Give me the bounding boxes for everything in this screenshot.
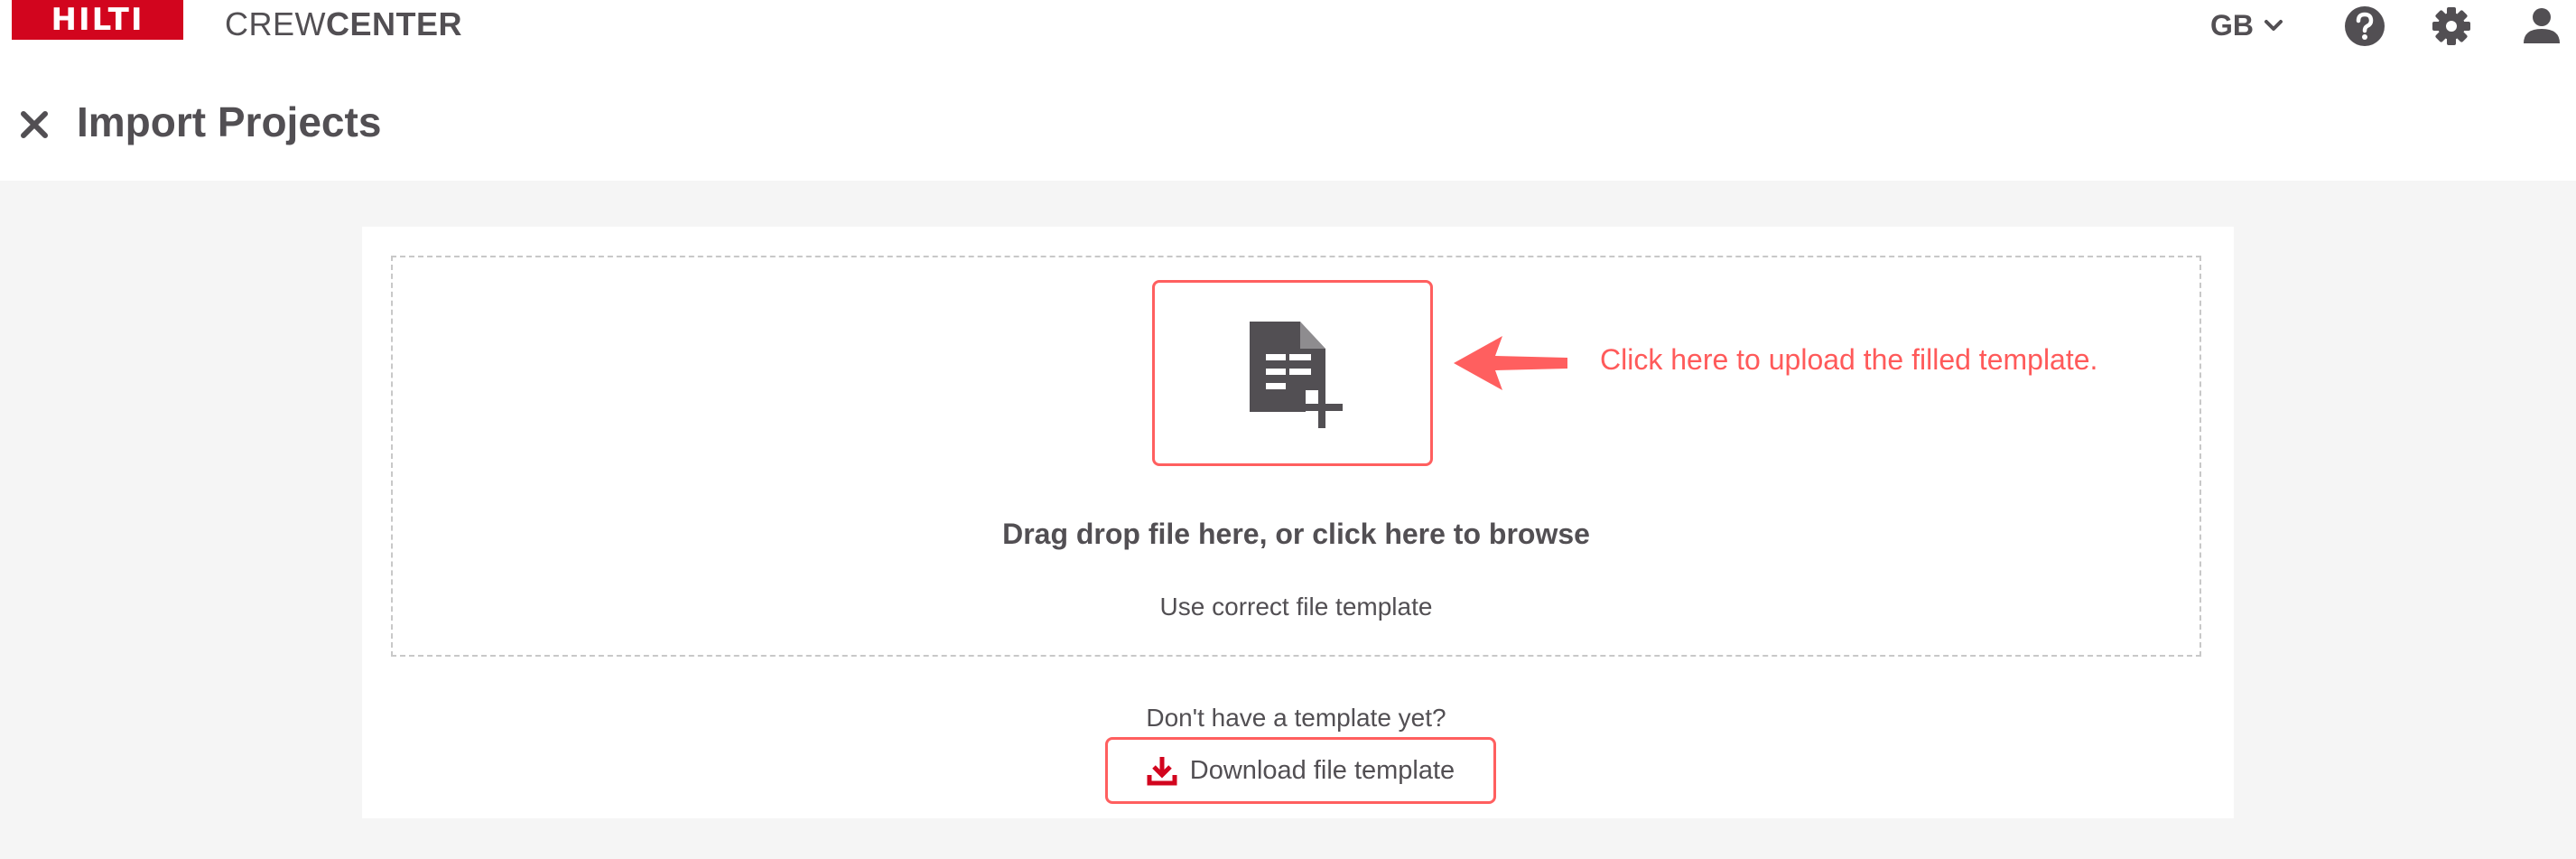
user-icon[interactable] xyxy=(2519,4,2564,49)
download-template-label: Download file template xyxy=(1189,755,1455,785)
app-name-bold: CENTER xyxy=(326,5,463,42)
close-icon[interactable] xyxy=(16,107,52,143)
add-file-icon xyxy=(1249,322,1343,428)
chevron-down-icon xyxy=(2264,20,2283,31)
app-name: CREWCENTER xyxy=(225,5,462,45)
hilti-logo[interactable]: HILTI xyxy=(12,0,183,40)
app-name-light: CREW xyxy=(225,5,326,42)
logo-text: HILTI xyxy=(51,2,144,38)
region-label: GB xyxy=(2210,8,2254,42)
upload-file-button[interactable] xyxy=(1152,280,1433,466)
page-title: Import Projects xyxy=(77,98,382,145)
gear-icon[interactable] xyxy=(2429,4,2474,49)
download-icon xyxy=(1147,757,1177,786)
dropzone-subtitle: Use correct file template xyxy=(1159,593,1433,621)
help-icon[interactable] xyxy=(2342,4,2387,49)
region-selector[interactable]: GB xyxy=(2210,5,2284,45)
dropzone-title: Drag drop file here, or click here to br… xyxy=(1002,518,1590,550)
arrow-left-icon xyxy=(1454,336,1567,390)
download-template-button[interactable]: Download file template xyxy=(1105,737,1496,804)
template-prompt: Don't have a template yet? xyxy=(1146,704,1446,732)
upload-annotation: Click here to upload the filled template… xyxy=(1600,343,2098,376)
